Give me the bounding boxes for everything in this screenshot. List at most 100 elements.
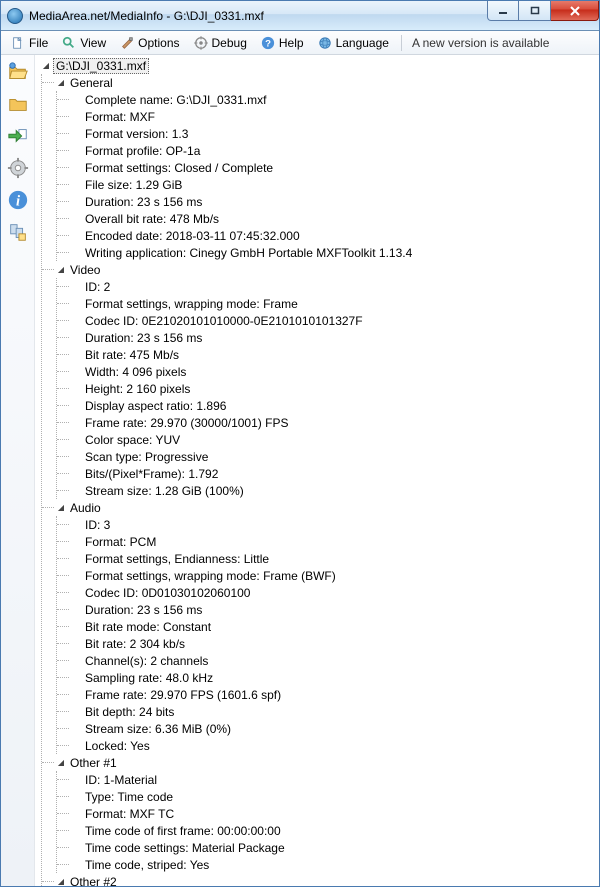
tree-item[interactable]: Format: MXF bbox=[57, 108, 599, 125]
tree-item[interactable]: Format version: 1.3 bbox=[57, 125, 599, 142]
export-arrow-icon bbox=[7, 125, 29, 150]
side-options-button[interactable] bbox=[4, 155, 32, 183]
menu-separator bbox=[401, 35, 402, 51]
side-servers-button[interactable] bbox=[4, 219, 32, 247]
maximize-button[interactable] bbox=[519, 1, 551, 21]
new-version-notice[interactable]: A new version is available bbox=[412, 36, 549, 50]
tree-item[interactable]: Bit rate mode: Constant bbox=[57, 618, 599, 635]
tree-item[interactable]: Stream size: 6.36 MiB (0%) bbox=[57, 720, 599, 737]
minimize-button[interactable] bbox=[487, 1, 519, 21]
expand-toggle-icon[interactable] bbox=[41, 61, 51, 71]
tree-item[interactable]: Duration: 23 s 156 ms bbox=[57, 193, 599, 210]
side-open-folder-button[interactable] bbox=[4, 91, 32, 119]
folder-icon bbox=[7, 93, 29, 118]
tree-leaf-spacer bbox=[71, 605, 81, 615]
tree-leaf-spacer bbox=[71, 826, 81, 836]
expand-toggle-icon[interactable] bbox=[56, 877, 66, 887]
tree-item[interactable]: Format: PCM bbox=[57, 533, 599, 550]
expand-toggle-icon[interactable] bbox=[56, 265, 66, 275]
tree-view[interactable]: G:\DJI_0331.mxfGeneralComplete name: G:\… bbox=[35, 55, 599, 886]
tree-item-label: ID: 1-Material bbox=[83, 773, 159, 787]
tree-leaf-spacer bbox=[71, 775, 81, 785]
tree-item[interactable]: ID: 3 bbox=[57, 516, 599, 533]
tree-item[interactable]: Channel(s): 2 channels bbox=[57, 652, 599, 669]
tree-item[interactable]: Duration: 23 s 156 ms bbox=[57, 329, 599, 346]
tree-item[interactable]: Frame rate: 29.970 FPS (1601.6 spf) bbox=[57, 686, 599, 703]
side-about-button[interactable]: i bbox=[4, 187, 32, 215]
tree-leaf-spacer bbox=[71, 197, 81, 207]
tree-item[interactable]: Format settings, wrapping mode: Frame (B… bbox=[57, 567, 599, 584]
tree-item[interactable]: Format profile: OP-1a bbox=[57, 142, 599, 159]
tree-item-label: Overall bit rate: 478 Mb/s bbox=[83, 212, 221, 226]
tree-leaf-spacer bbox=[71, 486, 81, 496]
tree-item-label: Writing application: Cinegy GmbH Portabl… bbox=[83, 246, 414, 260]
tree-section[interactable]: Other #1 ID: 1-MaterialType: Time codeFor… bbox=[42, 754, 599, 873]
tree-leaf-spacer bbox=[71, 554, 81, 564]
tree-leaf-spacer bbox=[71, 469, 81, 479]
tree-item[interactable]: Writing application: Cinegy GmbH Portabl… bbox=[57, 244, 599, 261]
tree-item[interactable]: Color space: YUV bbox=[57, 431, 599, 448]
side-open-file-button[interactable] bbox=[4, 59, 32, 87]
tree-item[interactable]: Codec ID: 0D01030102060100 bbox=[57, 584, 599, 601]
tree-item[interactable]: Sampling rate: 48.0 kHz bbox=[57, 669, 599, 686]
tree-item[interactable]: Time code settings: Material Package bbox=[57, 839, 599, 856]
tree-section-label[interactable]: Other #2 bbox=[68, 875, 119, 887]
tree-item[interactable]: Complete name: G:\DJI_0331.mxf bbox=[57, 91, 599, 108]
tree-item[interactable]: Locked: Yes bbox=[57, 737, 599, 754]
tree-root-label[interactable]: G:\DJI_0331.mxf bbox=[53, 58, 149, 74]
menu-view[interactable]: View bbox=[56, 34, 112, 52]
tree-item[interactable]: Duration: 23 s 156 ms bbox=[57, 601, 599, 618]
tree-item[interactable]: Width: 4 096 pixels bbox=[57, 363, 599, 380]
tree-item-label: Bit rate: 475 Mb/s bbox=[83, 348, 181, 362]
tree-item[interactable]: Height: 2 160 pixels bbox=[57, 380, 599, 397]
tree-section-label[interactable]: Video bbox=[68, 263, 102, 277]
close-button[interactable] bbox=[551, 1, 599, 21]
menu-debug[interactable]: Debug bbox=[188, 34, 253, 52]
tree-item[interactable]: Codec ID: 0E21020101010000-0E21010101013… bbox=[57, 312, 599, 329]
menu-language[interactable]: Language bbox=[312, 34, 395, 52]
menu-options[interactable]: Options bbox=[114, 34, 185, 52]
tree-item[interactable]: Scan type: Progressive bbox=[57, 448, 599, 465]
expand-toggle-icon[interactable] bbox=[56, 503, 66, 513]
tree-item[interactable]: Type: Time code bbox=[57, 788, 599, 805]
tree-item[interactable]: Format settings: Closed / Complete bbox=[57, 159, 599, 176]
tree-item[interactable]: Stream size: 1.28 GiB (100%) bbox=[57, 482, 599, 499]
tree-section[interactable]: Other #2 bbox=[42, 873, 599, 886]
tree-item-label: Format profile: OP-1a bbox=[83, 144, 202, 158]
tree-section-label[interactable]: General bbox=[68, 76, 115, 90]
tree-item-label: Time code of first frame: 00:00:00:00 bbox=[83, 824, 283, 838]
tree-section-label[interactable]: Other #1 bbox=[68, 756, 119, 770]
tree-section[interactable]: AudioID: 3Format: PCM Format settings, En… bbox=[42, 499, 599, 754]
tree-item[interactable]: Frame rate: 29.970 (30000/1001) FPS bbox=[57, 414, 599, 431]
tree-item[interactable]: Bit depth: 24 bits bbox=[57, 703, 599, 720]
menu-file[interactable]: File bbox=[5, 34, 54, 52]
tree-item[interactable]: Bits/(Pixel*Frame): 1.792 bbox=[57, 465, 599, 482]
tree-item-label: Format settings, Endianness: Little bbox=[83, 552, 271, 566]
tree-item[interactable]: Encoded date: 2018-03-11 07:45:32.000 bbox=[57, 227, 599, 244]
tree-section-label[interactable]: Audio bbox=[68, 501, 103, 515]
tree-section[interactable]: VideoID: 2Format settings, wrapping mode… bbox=[42, 261, 599, 499]
menu-help[interactable]: ? Help bbox=[255, 34, 310, 52]
tree-item-label: Time code, striped: Yes bbox=[83, 858, 211, 872]
tree-root[interactable]: G:\DJI_0331.mxfGeneralComplete name: G:\… bbox=[37, 57, 599, 886]
window-title: MediaArea.net/MediaInfo - G:\DJI_0331.mx… bbox=[29, 9, 487, 23]
tree-item[interactable]: Format settings, Endianness: Little bbox=[57, 550, 599, 567]
tree-item[interactable]: Bit rate: 475 Mb/s bbox=[57, 346, 599, 363]
tree-item[interactable]: Time code, striped: Yes bbox=[57, 856, 599, 873]
expand-toggle-icon[interactable] bbox=[56, 758, 66, 768]
tree-item[interactable]: Format: MXF TC bbox=[57, 805, 599, 822]
tree-item-label: Frame rate: 29.970 (30000/1001) FPS bbox=[83, 416, 290, 430]
tree-item[interactable]: Time code of first frame: 00:00:00:00 bbox=[57, 822, 599, 839]
tree-leaf-spacer bbox=[71, 299, 81, 309]
tree-item[interactable]: Display aspect ratio: 1.896 bbox=[57, 397, 599, 414]
tree-item[interactable]: File size: 1.29 GiB bbox=[57, 176, 599, 193]
tree-leaf-spacer bbox=[71, 741, 81, 751]
tree-item[interactable]: Overall bit rate: 478 Mb/s bbox=[57, 210, 599, 227]
expand-toggle-icon[interactable] bbox=[56, 78, 66, 88]
side-export-button[interactable] bbox=[4, 123, 32, 151]
tree-section[interactable]: GeneralComplete name: G:\DJI_0331.mxfFor… bbox=[42, 74, 599, 261]
tree-item[interactable]: ID: 1-Material bbox=[57, 771, 599, 788]
tree-item[interactable]: ID: 2 bbox=[57, 278, 599, 295]
tree-item[interactable]: Bit rate: 2 304 kb/s bbox=[57, 635, 599, 652]
tree-item[interactable]: Format settings, wrapping mode: Frame bbox=[57, 295, 599, 312]
